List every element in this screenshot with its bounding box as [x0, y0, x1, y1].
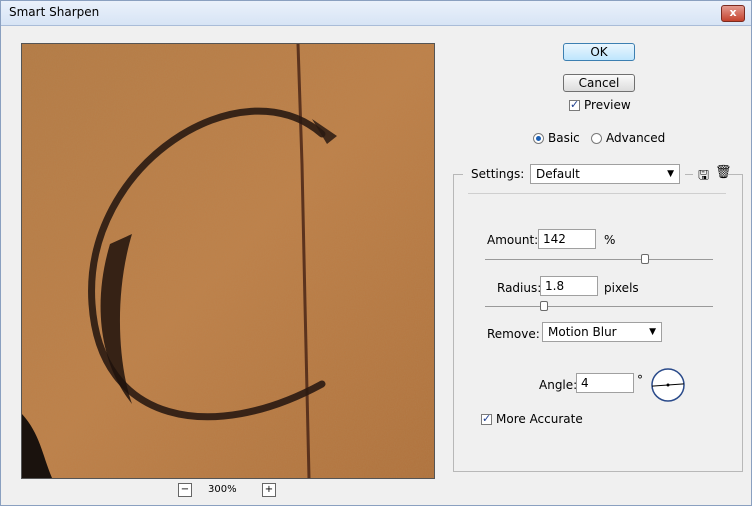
amount-slider-thumb[interactable]	[641, 254, 649, 264]
smart-sharpen-dialog: Smart Sharpen x − 300% + OK Cancel ✓ Pre…	[0, 0, 752, 506]
amount-label: Amount:	[487, 233, 539, 247]
radius-label: Radius:	[497, 281, 542, 295]
angle-input[interactable]: 4	[576, 373, 634, 393]
more-accurate-checkbox[interactable]	[481, 412, 492, 425]
angle-label: Angle:	[539, 378, 578, 392]
chevron-down-icon: ▼	[649, 327, 656, 337]
advanced-radio[interactable]	[591, 133, 602, 144]
amount-slider[interactable]	[485, 253, 713, 267]
settings-label: Settings:	[471, 167, 525, 181]
zoom-in-button[interactable]: +	[262, 483, 276, 497]
radius-unit: pixels	[604, 281, 639, 295]
more-accurate-label: More Accurate	[496, 412, 583, 426]
title-bar[interactable]: Smart Sharpen x	[1, 1, 751, 26]
zoom-level: 300%	[208, 484, 237, 495]
delete-settings-icon[interactable]: 🗑	[715, 165, 732, 180]
group-top-left-line	[453, 174, 463, 175]
zoom-controls: − 300% +	[178, 483, 278, 499]
group-top-mid-line	[685, 174, 693, 175]
settings-dropdown-value: Default	[536, 167, 580, 181]
preview-image[interactable]	[21, 43, 435, 479]
ok-button[interactable]: OK	[563, 43, 635, 61]
settings-divider	[468, 193, 726, 194]
radius-slider[interactable]	[485, 300, 713, 314]
remove-dropdown[interactable]: Motion Blur ▼	[542, 322, 662, 342]
zoom-out-button[interactable]: −	[178, 483, 192, 497]
remove-label: Remove:	[487, 327, 540, 341]
basic-radio-label: Basic	[548, 131, 580, 145]
chevron-down-icon: ▼	[667, 169, 674, 179]
advanced-radio-label: Advanced	[606, 131, 666, 145]
remove-dropdown-value: Motion Blur	[548, 325, 617, 339]
close-button[interactable]: x	[721, 5, 745, 22]
radius-slider-track	[485, 306, 713, 307]
settings-dropdown[interactable]: Default ▼	[530, 164, 680, 184]
preview-checkbox[interactable]	[569, 98, 580, 111]
radius-slider-thumb[interactable]	[540, 301, 548, 311]
amount-input[interactable]: 142	[538, 229, 596, 249]
amount-slider-track	[485, 259, 713, 260]
preview-checkbox-label: Preview	[584, 98, 631, 112]
angle-dial[interactable]	[650, 367, 686, 403]
radius-input[interactable]: 1.8	[540, 276, 598, 296]
save-settings-icon[interactable]: 🖫	[698, 166, 709, 188]
basic-radio[interactable]	[533, 133, 544, 144]
preview-letter-c-image	[22, 44, 434, 478]
amount-unit: %	[604, 233, 616, 247]
angle-unit: °	[637, 373, 643, 387]
cancel-button[interactable]: Cancel	[563, 74, 635, 92]
window-title: Smart Sharpen	[9, 5, 100, 19]
